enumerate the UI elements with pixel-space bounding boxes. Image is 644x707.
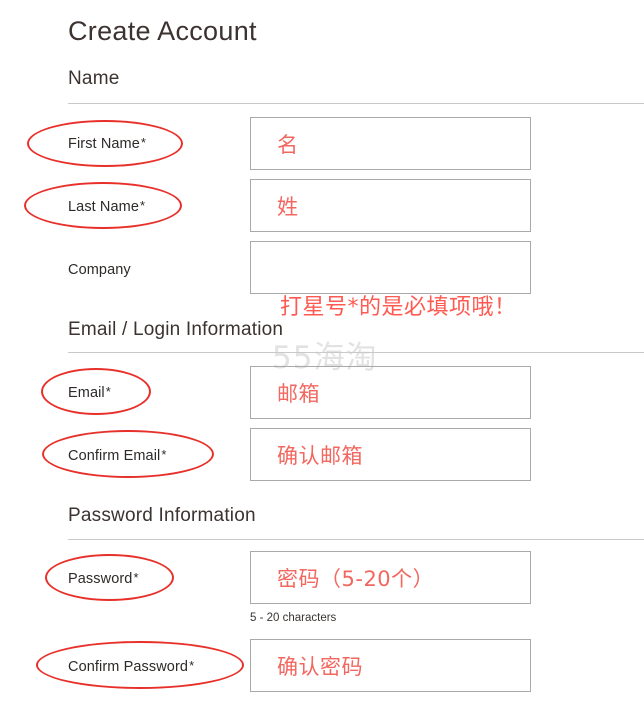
input-email[interactable]: 邮箱 — [250, 366, 531, 419]
required-marker-last-name: * — [140, 198, 146, 213]
section-divider-email-login — [68, 352, 644, 353]
input-confirm-email[interactable]: 确认邮箱 — [250, 428, 531, 481]
input-last-name[interactable]: 姓 — [250, 179, 531, 232]
field-label-first-name: First Name* — [68, 135, 146, 152]
required-marker-confirm-email: * — [161, 447, 167, 462]
input-first-name-value: 名 — [277, 132, 299, 157]
section-divider-password — [68, 539, 644, 540]
field-label-confirm-password: Confirm Password* — [68, 658, 194, 675]
field-label-confirm-email-text: Confirm Email — [68, 448, 161, 464]
section-header-password: Password Information — [68, 505, 256, 526]
required-marker-confirm-password: * — [189, 658, 195, 673]
password-hint: 5 - 20 characters — [250, 612, 337, 624]
field-label-last-name: Last Name* — [68, 198, 145, 215]
required-marker-email: * — [105, 384, 111, 399]
field-label-last-name-text: Last Name — [68, 199, 140, 215]
field-label-confirm-email: Confirm Email* — [68, 447, 167, 464]
required-marker-password: * — [133, 570, 139, 585]
field-label-company-text: Company — [68, 262, 131, 278]
required-marker-first-name: * — [140, 135, 147, 150]
annotation-required-note: 打星号*的是必填项哦！ — [280, 295, 517, 320]
input-confirm-password[interactable]: 确认密码 — [250, 639, 531, 692]
field-label-first-name-text: First Name — [68, 136, 140, 152]
page-title: Create Account — [68, 16, 257, 46]
section-header-name: Name — [68, 68, 120, 89]
field-label-password: Password* — [68, 570, 139, 587]
input-password-value: 密码（5-20个） — [277, 566, 435, 591]
field-label-confirm-password-text: Confirm Password — [68, 659, 189, 675]
create-account-page: 55海淘 Create Account Name First Name* 名 L… — [0, 0, 644, 707]
field-label-email: Email* — [68, 384, 111, 401]
required-marker-company — [131, 261, 132, 276]
section-header-email-login: Email / Login Information — [68, 319, 284, 340]
input-first-name[interactable]: 名 — [250, 117, 531, 170]
field-label-password-text: Password — [68, 571, 133, 587]
input-confirm-email-value: 确认邮箱 — [277, 443, 363, 468]
field-label-company: Company — [68, 261, 132, 278]
input-company[interactable] — [250, 241, 531, 294]
input-email-value: 邮箱 — [277, 381, 320, 406]
input-confirm-password-value: 确认密码 — [277, 654, 363, 679]
input-password[interactable]: 密码（5-20个） — [250, 551, 531, 604]
field-label-email-text: Email — [68, 385, 105, 401]
section-divider-name — [68, 103, 644, 104]
input-last-name-value: 姓 — [277, 194, 299, 219]
